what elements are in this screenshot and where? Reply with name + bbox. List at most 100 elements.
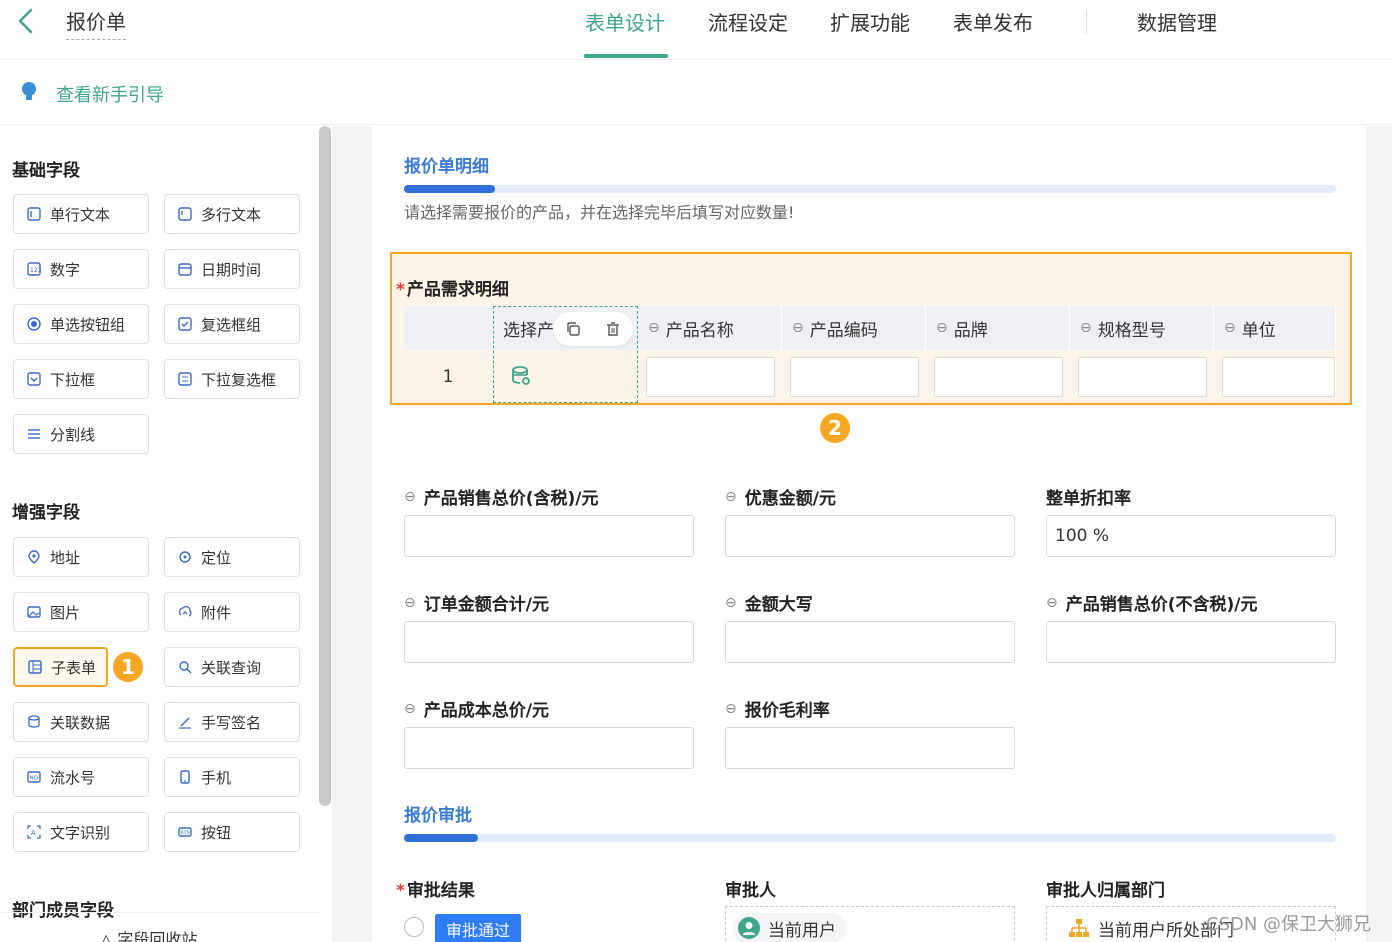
field-divider[interactable]: 分割线 — [13, 414, 149, 454]
field-datetime[interactable]: 日期时间 — [164, 249, 300, 289]
field-dropdown[interactable]: 下拉框 — [13, 359, 149, 399]
field-link-query[interactable]: 关联查询 — [164, 647, 300, 687]
beginner-guide-link[interactable]: 查看新手引导 — [56, 81, 164, 107]
field-image[interactable]: 图片 — [13, 592, 149, 632]
pen-icon — [177, 714, 193, 730]
tab-form-design[interactable]: 表单设计 — [585, 7, 665, 36]
link-icon: ⊖ — [404, 594, 416, 611]
upload-icon — [177, 604, 193, 620]
watermark: CSDN @保卫大狮兄 — [1206, 914, 1372, 935]
field-dropdown-checkbox[interactable]: 下拉复选框 — [164, 359, 300, 399]
grid-header-unit[interactable]: ⊖ 单位 — [1214, 306, 1336, 350]
grid-header-spec-model[interactable]: ⊖ 规格型号 — [1070, 306, 1214, 350]
single-line-text-icon — [26, 206, 42, 222]
brand-input[interactable] — [934, 357, 1063, 397]
back-arrow-icon[interactable] — [14, 6, 38, 36]
input-sales-total-no-tax[interactable] — [1046, 621, 1336, 663]
product-code-input[interactable] — [790, 357, 919, 397]
recycle-icon: △ — [100, 930, 118, 942]
field-location[interactable]: 定位 — [164, 537, 300, 577]
label-sales-total-tax: ⊖ 产品销售总价(含税)/元 — [404, 488, 599, 510]
field-recycle-bin[interactable]: △ 字段回收站 — [100, 926, 197, 942]
step-badge-2: 2 — [820, 413, 850, 443]
link-icon: ⊖ — [1080, 320, 1092, 336]
grid-header-product-code[interactable]: ⊖ 产品编码 — [782, 306, 926, 350]
grid-row-index: 1 — [404, 352, 493, 402]
field-attachment[interactable]: 附件 — [164, 592, 300, 632]
field-signature[interactable]: 手写签名 — [164, 702, 300, 742]
image-icon — [26, 604, 42, 620]
subform-label: * 产品需求明细 — [396, 280, 509, 300]
subform-icon — [27, 659, 43, 675]
label-approver: 审批人 — [725, 881, 776, 901]
label-cost-total: ⊖ 产品成本总价/元 — [404, 700, 549, 722]
required-asterisk: * — [396, 280, 405, 300]
link-icon: ⊖ — [648, 320, 660, 336]
grid-cell-product-code — [782, 352, 926, 402]
input-overall-discount-rate[interactable]: 100 % — [1046, 515, 1336, 557]
field-address[interactable]: 地址 — [13, 537, 149, 577]
panel-divider — [0, 912, 320, 913]
dropdown-checkbox-icon — [177, 371, 193, 387]
grid-header-index — [404, 306, 493, 350]
input-amount-in-words[interactable] — [725, 621, 1015, 663]
dept-member-fields-title: 部门成员字段 — [12, 901, 114, 921]
calendar-icon — [177, 261, 193, 277]
copy-icon[interactable] — [563, 319, 583, 339]
dropdown-icon — [26, 371, 42, 387]
field-button[interactable]: BTN 按钮 — [164, 812, 300, 852]
palette-scrollbar[interactable] — [319, 126, 331, 806]
field-checkbox-group[interactable]: 复选框组 — [164, 304, 300, 344]
link-icon: ⊖ — [725, 488, 737, 505]
user-avatar-icon — [738, 917, 760, 939]
grid-cell-product-name — [638, 352, 782, 402]
grid-cell-spec-model — [1070, 352, 1214, 402]
trash-icon[interactable] — [603, 319, 623, 339]
input-gross-margin[interactable] — [725, 727, 1015, 769]
input-order-total[interactable] — [404, 621, 694, 663]
link-icon: ⊖ — [792, 320, 804, 336]
field-number[interactable]: 123 数字 — [13, 249, 149, 289]
product-name-input[interactable] — [646, 357, 775, 397]
input-sales-total-tax[interactable] — [404, 515, 694, 557]
tab-process-settings[interactable]: 流程设定 — [708, 7, 788, 36]
spec-model-input[interactable] — [1078, 357, 1207, 397]
field-ocr[interactable]: A 文字识别 — [13, 812, 149, 852]
field-link-data[interactable]: 关联数据 — [13, 702, 149, 742]
grid-header-product-name[interactable]: ⊖ 产品名称 — [638, 306, 782, 350]
required-asterisk: * — [396, 881, 405, 901]
link-icon: ⊖ — [936, 320, 948, 336]
field-radio-group[interactable]: 单选按钮组 — [13, 304, 149, 344]
link-icon: ⊖ — [404, 488, 416, 505]
tab-extensions[interactable]: 扩展功能 — [830, 7, 910, 36]
field-single-line-text[interactable]: 单行文本 — [13, 194, 149, 234]
field-palette: 基础字段 单行文本 多行文本 123 数字 日期时间 单选按钮组 复选框组 下拉… — [0, 126, 332, 942]
field-multi-line-text[interactable]: 多行文本 — [164, 194, 300, 234]
tab-data-management[interactable]: 数据管理 — [1137, 7, 1217, 36]
label-discount-amount: ⊖ 优惠金额/元 — [725, 488, 836, 510]
label-approver-dept: 审批人归属部门 — [1046, 881, 1165, 901]
field-serial-number[interactable]: NO 流水号 — [13, 757, 149, 797]
label-approval-result: * 审批结果 — [396, 881, 475, 901]
section-quote-details-title: 报价单明细 — [404, 157, 489, 177]
grid-header-brand[interactable]: ⊖ 品牌 — [926, 306, 1070, 350]
column-toolbar — [553, 312, 633, 346]
active-tab-indicator — [584, 54, 668, 58]
lightbulb-icon — [22, 82, 36, 100]
approval-radio[interactable] — [404, 917, 424, 937]
link-icon: ⊖ — [1046, 594, 1058, 611]
field-subform[interactable]: 子表单 — [13, 647, 108, 687]
label-order-total: ⊖ 订单金额合计/元 — [404, 594, 549, 616]
form-title[interactable]: 报价单 — [66, 6, 126, 40]
section-quote-details-bar — [404, 185, 1336, 193]
field-phone[interactable]: 手机 — [164, 757, 300, 797]
approval-pass-option[interactable]: 审批通过 — [435, 914, 521, 942]
guide-bar: 查看新手引导 — [0, 61, 1392, 125]
unit-input[interactable] — [1222, 357, 1335, 397]
number-icon: 123 — [26, 261, 42, 277]
label-gross-margin: ⊖ 报价毛利率 — [725, 700, 830, 722]
nav-divider — [1086, 10, 1087, 34]
input-cost-total[interactable] — [404, 727, 694, 769]
tab-form-publish[interactable]: 表单发布 — [953, 7, 1033, 36]
input-discount-amount[interactable] — [725, 515, 1015, 557]
